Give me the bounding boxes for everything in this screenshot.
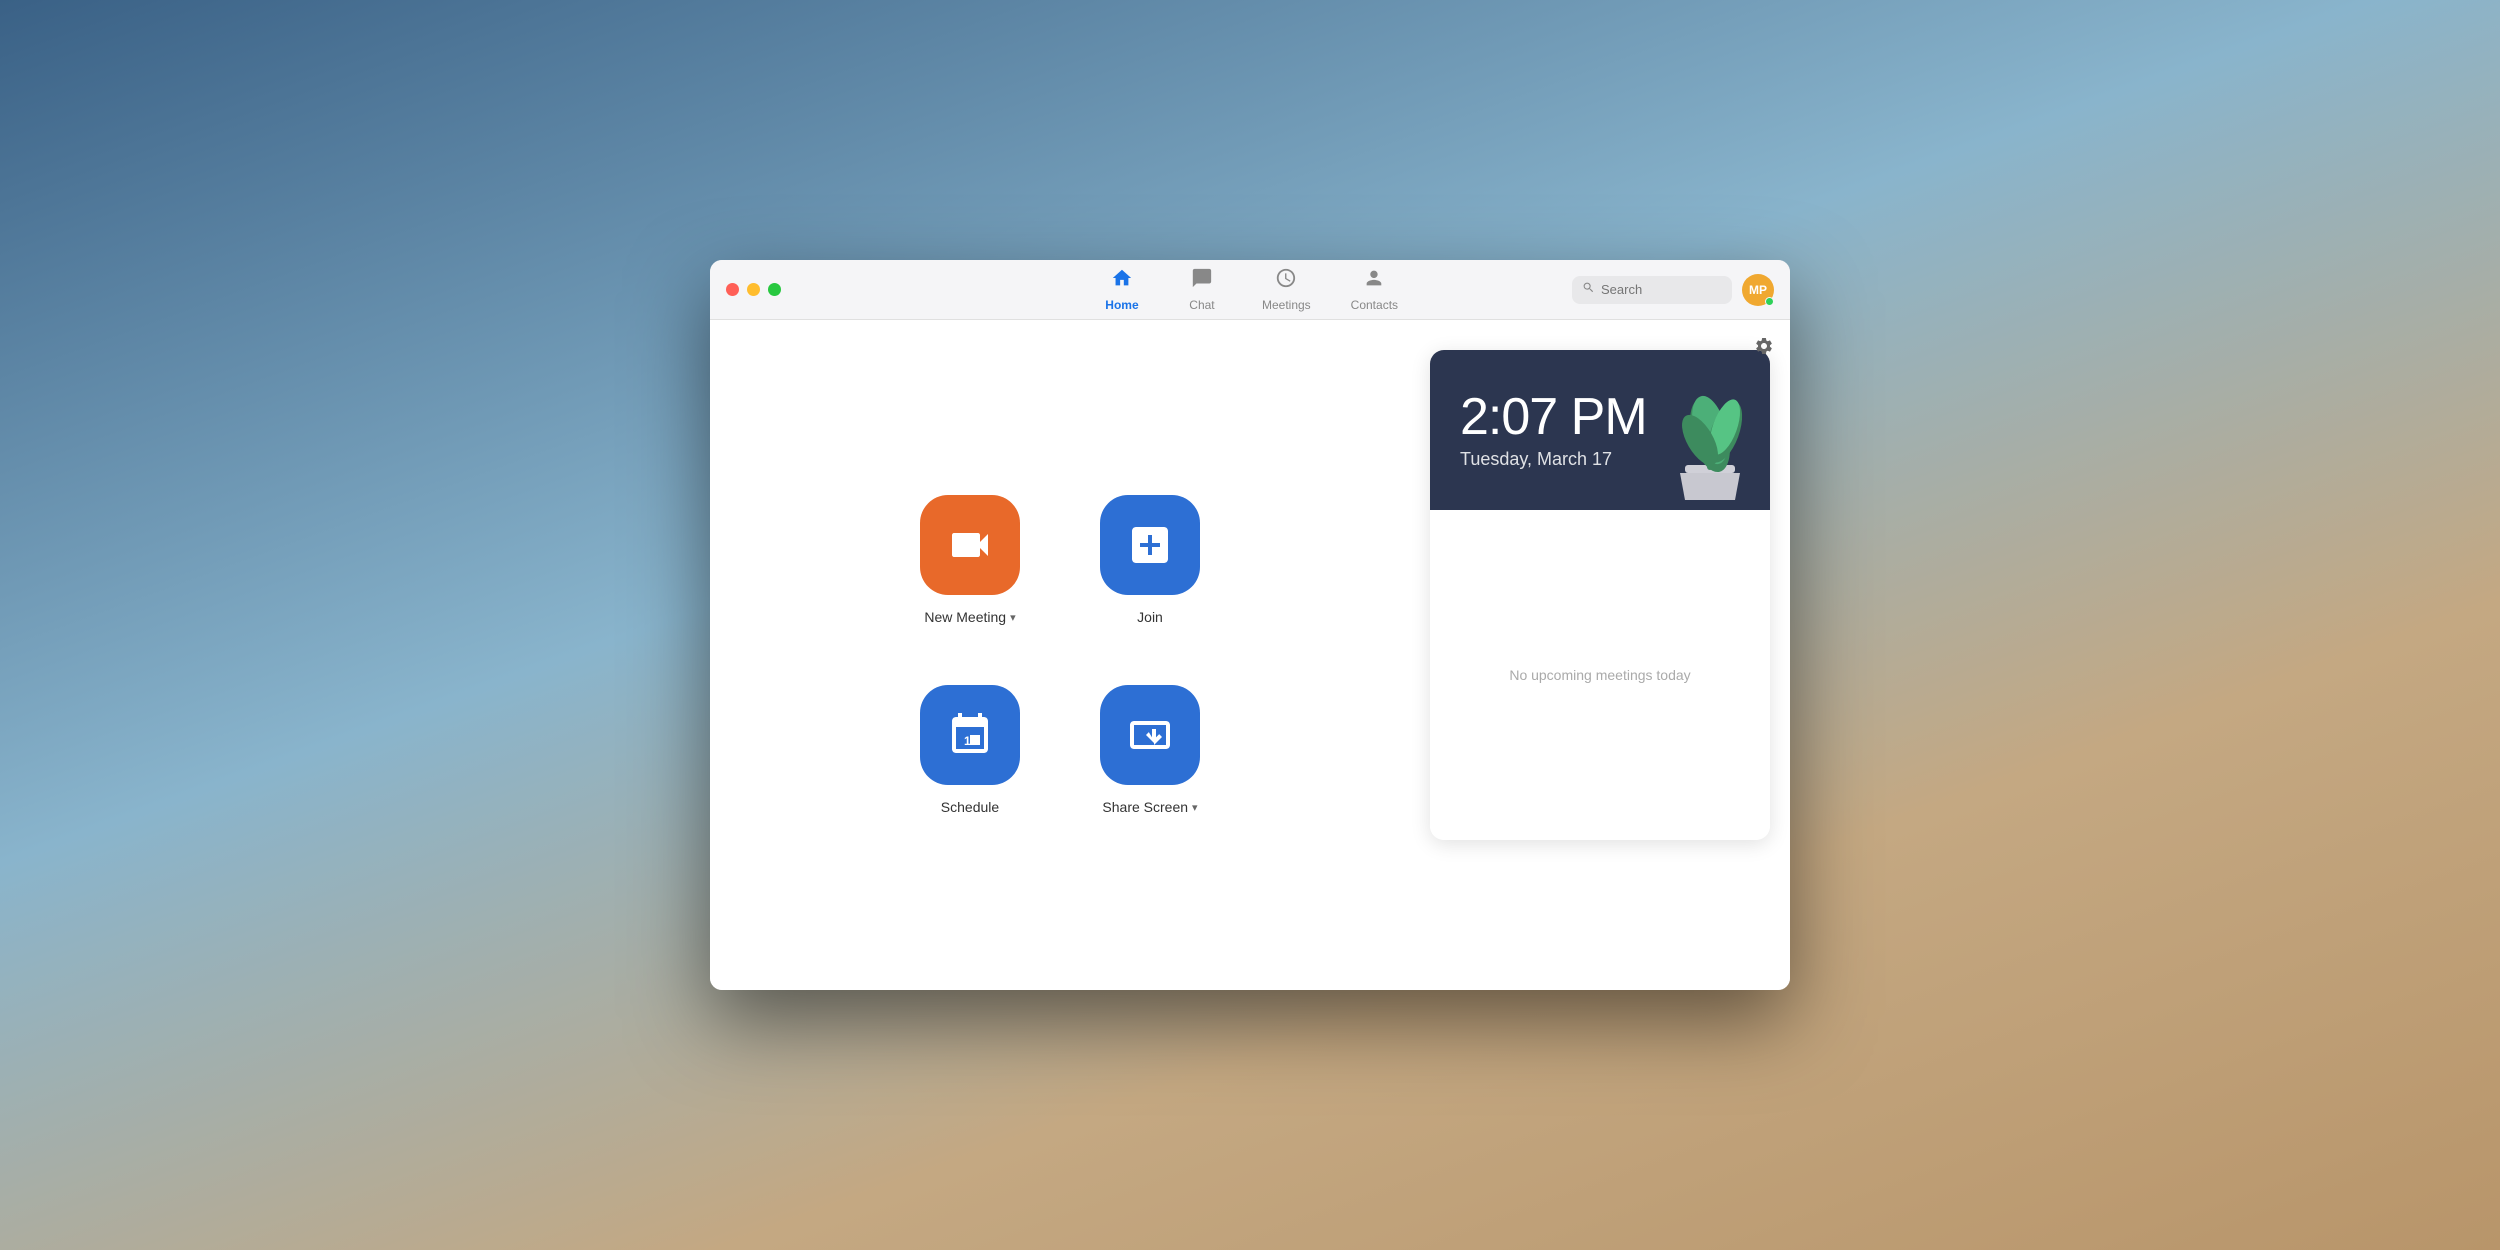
chat-icon [1191, 267, 1213, 295]
share-screen-chevron: ▾ [1192, 801, 1198, 814]
tab-meetings[interactable]: Meetings [1242, 261, 1331, 318]
share-screen-label: Share Screen ▾ [1102, 799, 1197, 815]
new-meeting-item[interactable]: New Meeting ▾ [920, 495, 1020, 625]
join-label: Join [1137, 609, 1163, 625]
share-screen-button[interactable] [1100, 685, 1200, 785]
calendar-date: Tuesday, March 17 [1460, 449, 1612, 470]
schedule-button[interactable]: 19 [920, 685, 1020, 785]
meetings-icon [1275, 267, 1297, 295]
avatar-status-dot [1765, 297, 1774, 306]
calendar-time: 2:07 PM [1460, 391, 1647, 443]
search-box[interactable] [1572, 276, 1732, 304]
home-icon [1111, 267, 1133, 295]
tab-chat-label: Chat [1189, 298, 1214, 312]
traffic-lights [726, 283, 781, 296]
titlebar: Home Chat Meetings [710, 260, 1790, 320]
nav-tabs: Home Chat Meetings [1082, 261, 1418, 318]
share-screen-item[interactable]: Share Screen ▾ [1100, 685, 1200, 815]
plant-decoration [1650, 360, 1770, 510]
tab-meetings-label: Meetings [1262, 298, 1311, 312]
search-icon [1582, 281, 1595, 299]
right-panel: 2:07 PM Tuesday, March 17 [1410, 320, 1790, 990]
tab-contacts[interactable]: Contacts [1331, 261, 1418, 318]
no-meetings-text: No upcoming meetings today [1509, 667, 1690, 683]
calendar-widget: 2:07 PM Tuesday, March 17 [1430, 350, 1770, 840]
minimize-button[interactable] [747, 283, 760, 296]
tab-home[interactable]: Home [1082, 261, 1162, 318]
avatar[interactable]: MP [1742, 274, 1774, 306]
close-button[interactable] [726, 283, 739, 296]
calendar-header: 2:07 PM Tuesday, March 17 [1430, 350, 1770, 510]
new-meeting-chevron: ▾ [1010, 611, 1016, 624]
titlebar-right: MP [1572, 274, 1774, 306]
calendar-body: No upcoming meetings today [1430, 510, 1770, 840]
search-input[interactable] [1601, 282, 1722, 297]
join-item[interactable]: Join [1100, 495, 1200, 625]
action-grid: New Meeting ▾ Join [920, 495, 1200, 815]
main-content: New Meeting ▾ Join [710, 320, 1790, 990]
maximize-button[interactable] [768, 283, 781, 296]
tab-chat[interactable]: Chat [1162, 261, 1242, 318]
settings-button[interactable] [1754, 336, 1774, 361]
left-panel: New Meeting ▾ Join [710, 320, 1410, 990]
contacts-icon [1363, 267, 1385, 295]
tab-home-label: Home [1105, 298, 1138, 312]
new-meeting-button[interactable] [920, 495, 1020, 595]
app-window: Home Chat Meetings [710, 260, 1790, 990]
tab-contacts-label: Contacts [1351, 298, 1398, 312]
avatar-initials: MP [1749, 283, 1767, 297]
schedule-label: Schedule [941, 799, 999, 815]
new-meeting-label: New Meeting ▾ [924, 609, 1015, 625]
svg-text:19: 19 [964, 734, 978, 748]
schedule-item[interactable]: 19 Schedule [920, 685, 1020, 815]
join-button[interactable] [1100, 495, 1200, 595]
